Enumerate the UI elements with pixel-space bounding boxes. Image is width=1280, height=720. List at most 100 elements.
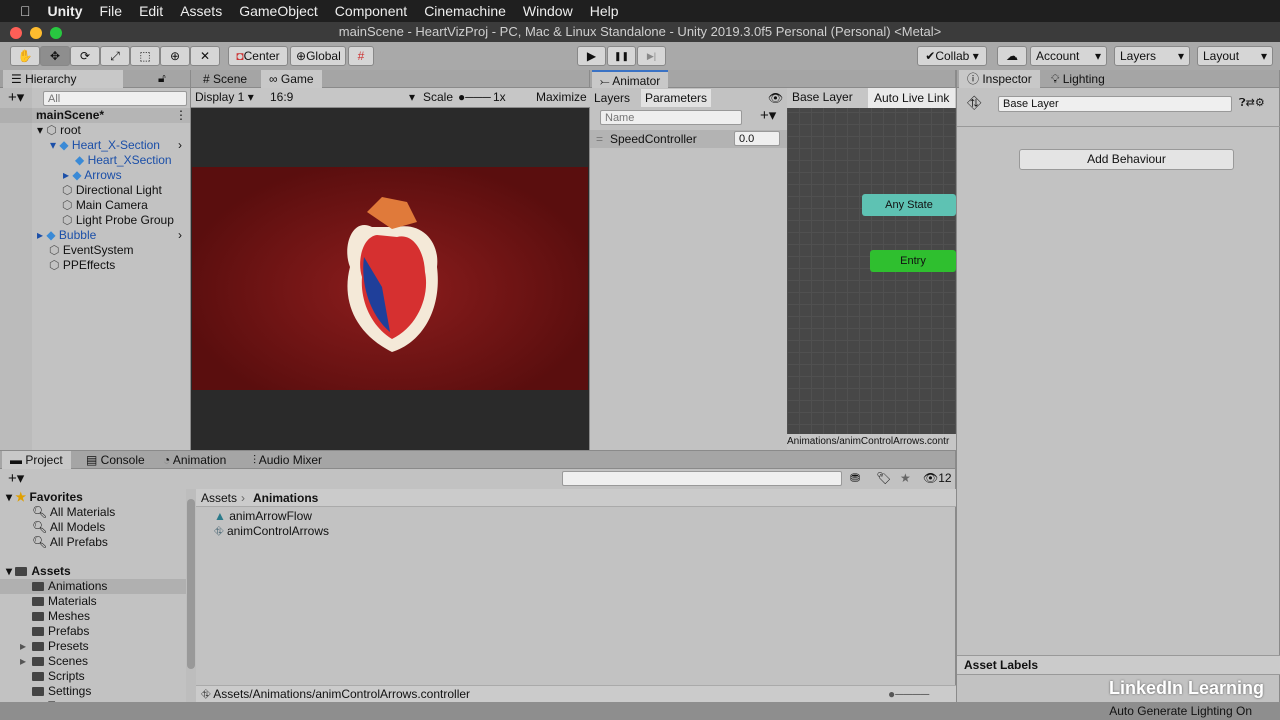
transform-tool-button[interactable]: ⊕ <box>160 46 190 66</box>
folder-item[interactable]: Materials <box>0 594 186 609</box>
menu-gameobject[interactable]: GameObject <box>239 3 318 19</box>
menu-assets[interactable]: Assets <box>180 3 222 19</box>
folder-item[interactable]: Settings <box>0 684 186 699</box>
hierarchy-item[interactable]: ▾ ◆ Heart_X-Section <box>50 138 160 153</box>
parameter-row[interactable]: = SpeedController <box>590 130 787 148</box>
hierarchy-search-input[interactable] <box>43 91 187 106</box>
breadcrumb-assets[interactable]: Assets <box>201 491 237 506</box>
parameters-subtab[interactable]: Parameters <box>641 89 712 107</box>
hierarchy-item[interactable]: ◆ Heart_XSection <box>75 153 172 168</box>
tab-audio-mixer[interactable]: ⫶ Audio Mixer <box>245 451 330 469</box>
menu-window[interactable]: Window <box>523 3 573 19</box>
hierarchy-item[interactable]: ⬡ EventSystem <box>49 243 134 258</box>
menu-file[interactable]: File <box>100 3 123 19</box>
add-parameter-button[interactable]: +▾ <box>760 108 776 123</box>
icon-size-slider[interactable]: ●──── <box>888 687 929 702</box>
folder-item[interactable]: ▸ Scenes <box>0 654 186 669</box>
display-dropdown[interactable]: Display 1 ▾ <box>195 90 254 105</box>
menu-cinemachine[interactable]: Cinemachine <box>424 3 506 19</box>
favorite-item[interactable]: 🔍︎ All Prefabs <box>32 535 108 550</box>
pause-button[interactable]: ❚❚ <box>607 46 636 66</box>
rotate-tool-button[interactable]: ⟳ <box>70 46 100 66</box>
prefab-open-icon[interactable]: › <box>178 228 182 243</box>
tab-animation[interactable]: ◔ Animation <box>155 451 234 469</box>
tab-console[interactable]: ▤ Console <box>78 451 153 469</box>
hierarchy-item[interactable]: ▾ ⬡ root <box>37 123 81 138</box>
hierarchy-item[interactable]: ⬡ PPEffects <box>49 258 115 273</box>
add-behaviour-button[interactable]: Add Behaviour <box>1019 149 1234 170</box>
collab-dropdown[interactable]: ✔Collab ▾ <box>917 46 987 66</box>
favorite-star-icon[interactable]: ★ <box>900 471 911 486</box>
file-item[interactable]: ⛗ animControlArrows <box>214 524 329 539</box>
maximize-button[interactable]: Maximize <box>536 90 587 105</box>
rect-tool-button[interactable]: ⬚ <box>130 46 160 66</box>
tab-scene[interactable]: # Scene <box>195 70 255 88</box>
aspect-dropdown[interactable]: 16:9 ▾ <box>270 90 415 105</box>
favorite-item[interactable]: 🔍︎ All Models <box>32 520 105 535</box>
expand-arrow-icon[interactable]: ▾ <box>50 138 59 152</box>
collapse-arrow-icon[interactable]: ▸ <box>63 168 72 182</box>
auto-live-link-toggle[interactable]: Auto Live Link <box>868 88 956 108</box>
folder-item[interactable]: Meshes <box>0 609 186 624</box>
any-state-node[interactable]: Any State <box>862 194 956 216</box>
hierarchy-item[interactable]: ▸ ◆ Arrows <box>63 168 122 183</box>
expand-arrow-icon[interactable]: ▸ <box>20 654 26 669</box>
favorite-item[interactable]: 🔍︎ All Materials <box>32 505 115 520</box>
pivot-global-button[interactable]: ⊕Global <box>290 46 346 66</box>
animator-graph[interactable]: Base Layer Auto Live Link Any State Entr… <box>787 88 956 450</box>
expand-arrow-icon[interactable]: ▸ <box>20 639 26 654</box>
filter-type-icon[interactable]: ⛃ <box>850 471 860 486</box>
menu-component[interactable]: Component <box>335 3 407 19</box>
play-button[interactable]: ▶ <box>577 46 606 66</box>
entry-node[interactable]: Entry <box>870 250 956 272</box>
collapse-arrow-icon[interactable]: ▸ <box>37 228 46 242</box>
hierarchy-item[interactable]: ▸ ◆ Bubble <box>37 228 96 243</box>
drag-handle-icon[interactable]: = <box>596 132 603 147</box>
filter-label-icon[interactable]: 🏷︎ <box>876 471 891 486</box>
folder-item[interactable]: Scripts <box>0 669 186 684</box>
hierarchy-item[interactable]: ⬡ Main Camera <box>62 198 148 213</box>
prefab-open-icon[interactable]: › <box>178 138 182 153</box>
pivot-center-button[interactable]: ◘Center <box>228 46 288 66</box>
parameter-search-input[interactable] <box>600 110 742 125</box>
favorites-header[interactable]: ▾ ★ Favorites <box>6 490 83 505</box>
cloud-button[interactable]: ☁ <box>997 46 1027 66</box>
tab-lighting[interactable]: 💡︎ Lighting <box>1043 70 1113 88</box>
layers-subtab[interactable]: Layers <box>594 91 630 106</box>
project-search-input[interactable] <box>562 471 842 486</box>
eye-icon[interactable]: 👁︎ <box>768 91 783 106</box>
inspector-name-input[interactable] <box>998 96 1232 112</box>
menu-edit[interactable]: Edit <box>139 3 163 19</box>
layout-dropdown[interactable]: Layout ▾ <box>1197 46 1273 66</box>
folder-item[interactable]: Prefabs <box>0 624 186 639</box>
expand-arrow-icon[interactable]: ▾ <box>37 123 46 137</box>
hierarchy-item[interactable]: ⬡ Light Probe Group <box>62 213 174 228</box>
hierarchy-item[interactable]: ⬡ Directional Light <box>62 183 162 198</box>
tab-game[interactable]: ∞ Game <box>261 70 322 88</box>
scene-menu-icon[interactable]: ⋮ <box>175 108 187 123</box>
menu-unity[interactable]: Unity <box>48 3 83 19</box>
snap-button[interactable]: # <box>348 46 374 66</box>
hand-tool-button[interactable]: ✋ <box>10 46 40 66</box>
apple-menu-icon[interactable]:  <box>20 3 31 19</box>
file-item[interactable]: ▲ animArrowFlow <box>214 509 312 524</box>
hidden-packages-button[interactable]: 👁︎12 <box>923 471 952 486</box>
tree-scrollbar[interactable] <box>186 489 196 703</box>
close-window-button[interactable] <box>10 27 22 39</box>
tab-project[interactable]: ▬ Project <box>2 451 71 469</box>
move-tool-button[interactable]: ✥ <box>40 46 70 66</box>
layers-dropdown[interactable]: Layers ▾ <box>1114 46 1190 66</box>
tab-animator[interactable]: ⤚ Animator <box>592 70 669 88</box>
scale-tool-button[interactable]: ⤢ <box>100 46 130 66</box>
zoom-window-button[interactable] <box>50 27 62 39</box>
help-icon[interactable]: ❓︎⇄⚙ <box>1239 96 1265 111</box>
minimize-window-button[interactable] <box>30 27 42 39</box>
asset-labels-header[interactable]: Asset Labels <box>957 655 1280 675</box>
account-dropdown[interactable]: Account ▾ <box>1030 46 1107 66</box>
lock-icon[interactable]: 🔓︎ <box>158 71 166 86</box>
custom-tool-button[interactable]: ✕ <box>190 46 220 66</box>
base-layer-breadcrumb[interactable]: Base Layer <box>792 90 853 105</box>
folder-item[interactable]: ▸ Presets <box>0 639 186 654</box>
menu-help[interactable]: Help <box>590 3 619 19</box>
breadcrumb-animations[interactable]: Animations <box>253 491 318 506</box>
